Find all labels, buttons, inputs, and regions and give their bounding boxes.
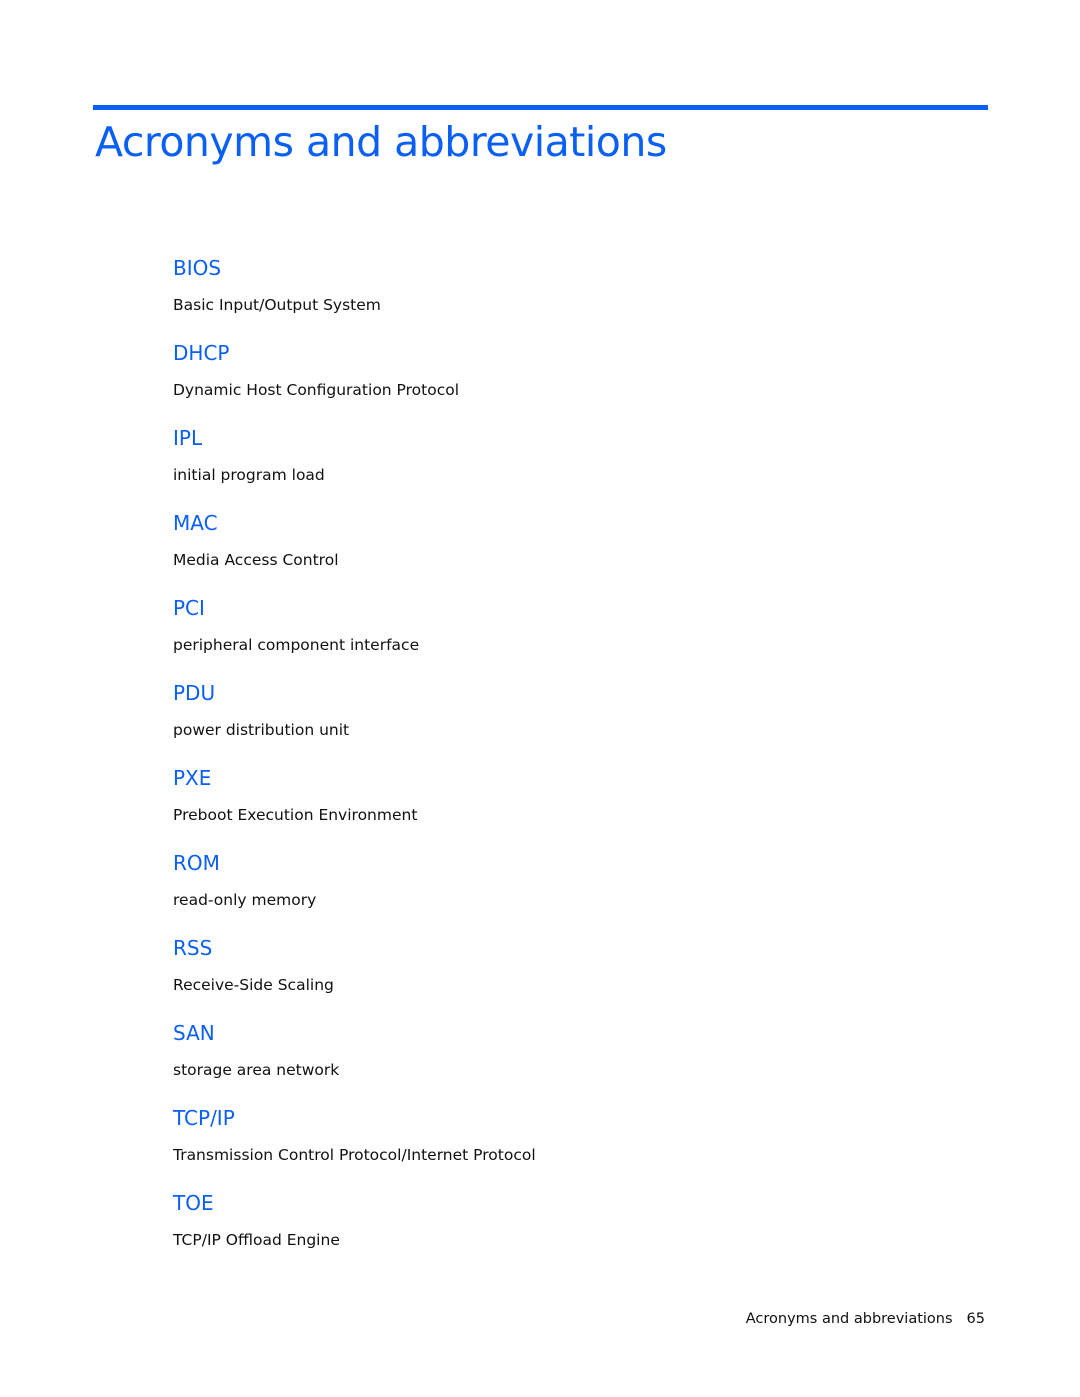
acronym-term: RSS	[173, 936, 213, 960]
acronym-entry: TCP/IP Transmission Control Protocol/Int…	[173, 1104, 973, 1189]
acronym-entry: PXE Preboot Execution Environment	[173, 764, 973, 849]
acronym-term: ROM	[173, 851, 220, 875]
acronym-entry: IPL initial program load	[173, 424, 973, 509]
acronym-definition: Transmission Control Protocol/Internet P…	[173, 1146, 536, 1164]
acronym-definition: Preboot Execution Environment	[173, 806, 418, 824]
acronym-entry: ROM read-only memory	[173, 849, 973, 934]
acronym-term: SAN	[173, 1021, 215, 1045]
acronym-entry: MAC Media Access Control	[173, 509, 973, 594]
acronym-entry: PCI peripheral component interface	[173, 594, 973, 679]
acronym-list: BIOS Basic Input/Output System DHCP Dyna…	[173, 254, 973, 1274]
acronym-term: DHCP	[173, 341, 230, 365]
page-title: Acronyms and abbreviations	[95, 118, 667, 166]
acronym-entry: SAN storage area network	[173, 1019, 973, 1104]
acronym-entry: BIOS Basic Input/Output System	[173, 254, 973, 339]
acronym-entry: RSS Receive-Side Scaling	[173, 934, 973, 1019]
acronym-entry: TOE TCP/IP Offload Engine	[173, 1189, 973, 1274]
page-footer: Acronyms and abbreviations 65	[746, 1311, 985, 1327]
acronym-term: PXE	[173, 766, 212, 790]
acronym-definition: peripheral component interface	[173, 636, 420, 654]
acronym-definition: storage area network	[173, 1061, 340, 1079]
acronym-definition: Dynamic Host Configuration Protocol	[173, 381, 460, 399]
title-rule	[93, 105, 988, 110]
page-number: 65	[966, 1311, 985, 1327]
acronym-term: TOE	[173, 1191, 214, 1215]
footer-section-title: Acronyms and abbreviations	[745, 1311, 953, 1327]
acronym-term: PCI	[173, 596, 205, 620]
acronym-definition: Receive-Side Scaling	[173, 976, 334, 994]
acronym-definition: Basic Input/Output System	[173, 296, 381, 314]
acronym-definition: initial program load	[173, 466, 325, 484]
acronym-definition: power distribution unit	[173, 721, 350, 739]
acronym-entry: DHCP Dynamic Host Configuration Protocol	[173, 339, 973, 424]
acronym-term: PDU	[173, 681, 216, 705]
acronym-term: TCP/IP	[173, 1106, 235, 1130]
acronym-definition: TCP/IP Offload Engine	[173, 1231, 340, 1249]
acronym-entry: PDU power distribution unit	[173, 679, 973, 764]
acronym-term: MAC	[173, 511, 218, 535]
acronym-term: IPL	[173, 426, 203, 450]
acronym-definition: Media Access Control	[173, 551, 339, 569]
acronym-term: BIOS	[173, 256, 222, 280]
acronym-definition: read-only memory	[173, 891, 317, 909]
